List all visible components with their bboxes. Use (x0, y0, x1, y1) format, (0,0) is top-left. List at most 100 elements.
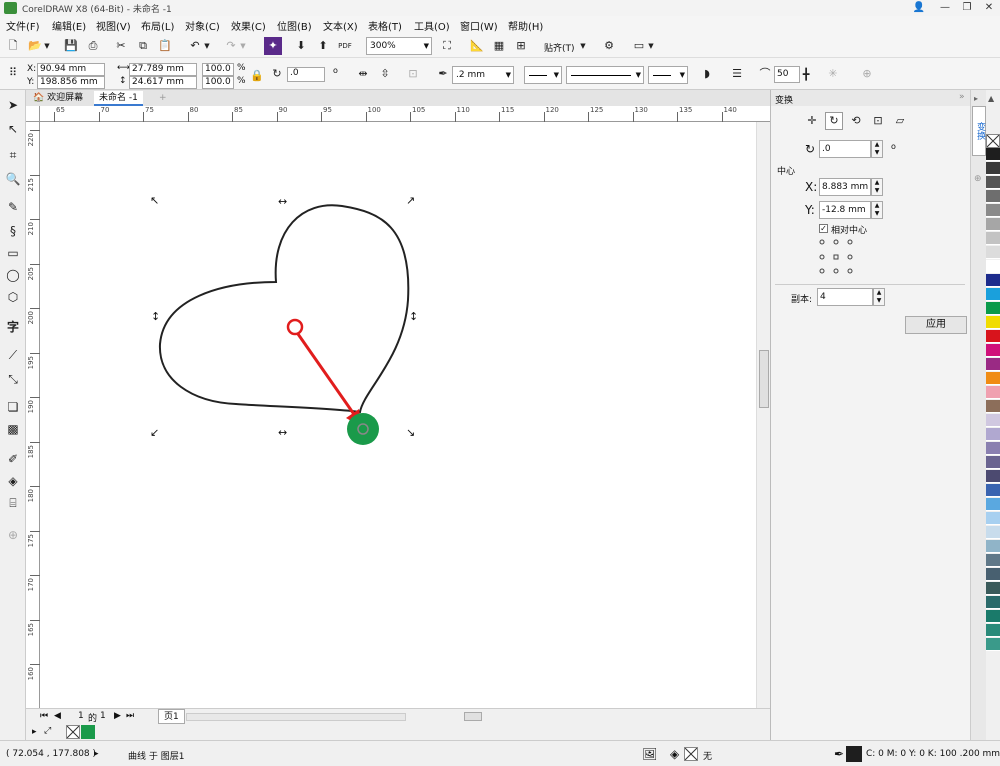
vertical-scrollbar[interactable] (756, 122, 770, 708)
color-swatch[interactable] (986, 400, 1000, 413)
full-screen-icon[interactable]: ⛶ (438, 37, 456, 55)
wrap-text-icon[interactable]: ⊡ (404, 65, 422, 83)
color-swatch[interactable] (986, 512, 1000, 525)
color-swatch[interactable] (986, 582, 1000, 595)
copy-icon[interactable]: ⧉ (134, 37, 152, 55)
pick-tool-icon[interactable]: ➤ (4, 96, 22, 114)
copies-input[interactable]: 4 (817, 288, 873, 306)
no-fill-swatch[interactable] (986, 134, 1000, 148)
color-swatch[interactable] (986, 540, 1000, 553)
show-rulers-icon[interactable]: 📐 (468, 37, 486, 55)
launcher-dropdown-icon[interactable]: ▼ (646, 37, 656, 55)
show-grid-icon[interactable]: ▦ (490, 37, 508, 55)
outline-color-swatch[interactable] (846, 746, 862, 762)
color-swatch[interactable] (986, 442, 1000, 455)
menu-text[interactable]: 文本(X) (323, 18, 358, 33)
prev-page-icon[interactable]: ◀ (54, 711, 61, 721)
show-guidelines-icon[interactable]: ⊞ (512, 37, 530, 55)
scale-x-field[interactable]: 100.0 (202, 63, 234, 76)
next-page-icon[interactable]: ▶ (114, 711, 121, 721)
color-swatch[interactable] (986, 288, 1000, 301)
y-position-field[interactable]: 198.856 mm (37, 76, 105, 89)
connector-tool-icon[interactable]: ⤡ (4, 370, 22, 388)
color-swatch[interactable] (986, 596, 1000, 609)
position-transform-icon[interactable]: ✛ (803, 112, 821, 130)
parallel-dimension-icon[interactable]: ⟋ (4, 346, 22, 364)
zoom-tool-icon[interactable]: 🔍 (4, 170, 22, 188)
print-icon[interactable]: ⎙ (84, 37, 102, 55)
export-icon[interactable]: ⬆ (314, 37, 332, 55)
menu-table[interactable]: 表格(T) (368, 18, 402, 33)
color-swatch[interactable] (986, 638, 1000, 651)
open-dropdown-icon[interactable]: ▼ (42, 37, 52, 55)
snap-to-dropdown[interactable]: 贴齐(T) (544, 41, 575, 54)
redo-dropdown-icon[interactable]: ▼ (238, 37, 248, 55)
outline-pen-icon[interactable]: ✒ (434, 65, 452, 83)
drop-shadow-icon[interactable]: ❏ (4, 398, 22, 416)
new-document-icon[interactable]: 🗋 (4, 37, 22, 55)
rotation-angle-input[interactable]: .0 (819, 140, 871, 158)
color-swatch[interactable] (986, 372, 1000, 385)
hscroll-thumb[interactable] (464, 712, 482, 721)
close-curve-icon[interactable]: ◗ (698, 65, 716, 83)
artistic-media-icon[interactable]: § (4, 222, 22, 240)
drawing-canvas[interactable]: ↖ ↔ ↗ ↕ ↕ ↙ ↔ ↘ (40, 122, 756, 708)
paste-icon[interactable]: 📋 (156, 37, 174, 55)
color-swatch[interactable] (986, 218, 1000, 231)
color-swatch[interactable] (986, 624, 1000, 637)
polygon-tool-icon[interactable]: ⬡ (4, 288, 22, 306)
color-swatch[interactable] (986, 386, 1000, 399)
menu-window[interactable]: 窗口(W) (460, 18, 498, 33)
maximize-button[interactable]: ❐ (956, 0, 978, 16)
smoothing-slider-icon[interactable]: ╋ (800, 66, 812, 84)
center-x-spinner[interactable]: ▲ ▼ (871, 178, 883, 196)
undo-dropdown-icon[interactable]: ▼ (202, 37, 212, 55)
color-swatch[interactable] (986, 316, 1000, 329)
vertical-ruler[interactable]: 220 215 210 205 200 195 190 185 180 175 170 165 160 (26, 122, 40, 708)
outline-width-select[interactable]: .2 mm ▼ (452, 66, 514, 84)
save-icon[interactable]: 💾 (62, 37, 80, 55)
color-swatch[interactable] (986, 498, 1000, 511)
user-icon[interactable]: 👤 (908, 0, 930, 16)
color-swatch[interactable] (986, 232, 1000, 245)
rotate-transform-icon[interactable]: ↻ (825, 112, 843, 130)
color-swatch[interactable] (986, 484, 1000, 497)
page-tab[interactable]: 页1 (158, 709, 185, 724)
relative-center-checkbox[interactable]: ✓ (819, 224, 828, 233)
color-swatch[interactable] (986, 456, 1000, 469)
color-swatch[interactable] (986, 428, 1000, 441)
add-tool-icon[interactable]: ⊕ (4, 526, 22, 544)
tab-welcome[interactable]: 🏠 欢迎屏幕 (28, 91, 89, 106)
start-arrowhead-select[interactable]: ▼ (524, 66, 562, 84)
menu-file[interactable]: 文件(F) (6, 18, 40, 33)
scale-mirror-icon[interactable]: ⟲ (847, 112, 865, 130)
text-tool-icon[interactable]: 字 (4, 318, 22, 336)
menu-edit[interactable]: 编辑(E) (52, 18, 86, 33)
palette-expand-icon[interactable]: ▸ (32, 727, 37, 737)
color-swatch[interactable] (986, 526, 1000, 539)
transparency-icon[interactable]: ▩ (4, 420, 22, 438)
smart-fill-icon[interactable]: ⌸ (4, 494, 22, 512)
rotation-angle-field[interactable]: .0 (287, 67, 325, 82)
new-tab-icon[interactable]: + (154, 91, 172, 106)
scale-y-field[interactable]: 100.0 (202, 76, 234, 89)
snap-chevron-down-icon[interactable]: ▼ (578, 37, 588, 55)
height-field[interactable]: 24.617 mm (129, 76, 197, 89)
last-page-icon[interactable]: ⏭ (126, 711, 134, 721)
shape-tool-icon[interactable]: ↖ (4, 120, 22, 138)
copies-spinner[interactable]: ▲ ▼ (873, 288, 885, 306)
color-swatch[interactable] (986, 176, 1000, 189)
text-wrap-icon[interactable]: ☰ (728, 65, 746, 83)
color-swatch[interactable] (986, 302, 1000, 315)
eyedropper-icon[interactable]: ✐ (4, 450, 22, 468)
ellipse-tool-icon[interactable]: ◯ (4, 266, 22, 284)
green-swatch[interactable] (81, 725, 95, 739)
color-swatch[interactable] (986, 344, 1000, 357)
color-swatch[interactable] (986, 190, 1000, 203)
scroll-thumb[interactable] (759, 350, 769, 408)
crop-tool-icon[interactable]: ⌗ (4, 146, 22, 164)
cut-icon[interactable]: ✂ (112, 37, 130, 55)
menu-help[interactable]: 帮助(H) (508, 18, 543, 33)
mirror-vertical-icon[interactable]: ⇳ (376, 65, 394, 83)
menu-bitmaps[interactable]: 位图(B) (277, 18, 312, 33)
